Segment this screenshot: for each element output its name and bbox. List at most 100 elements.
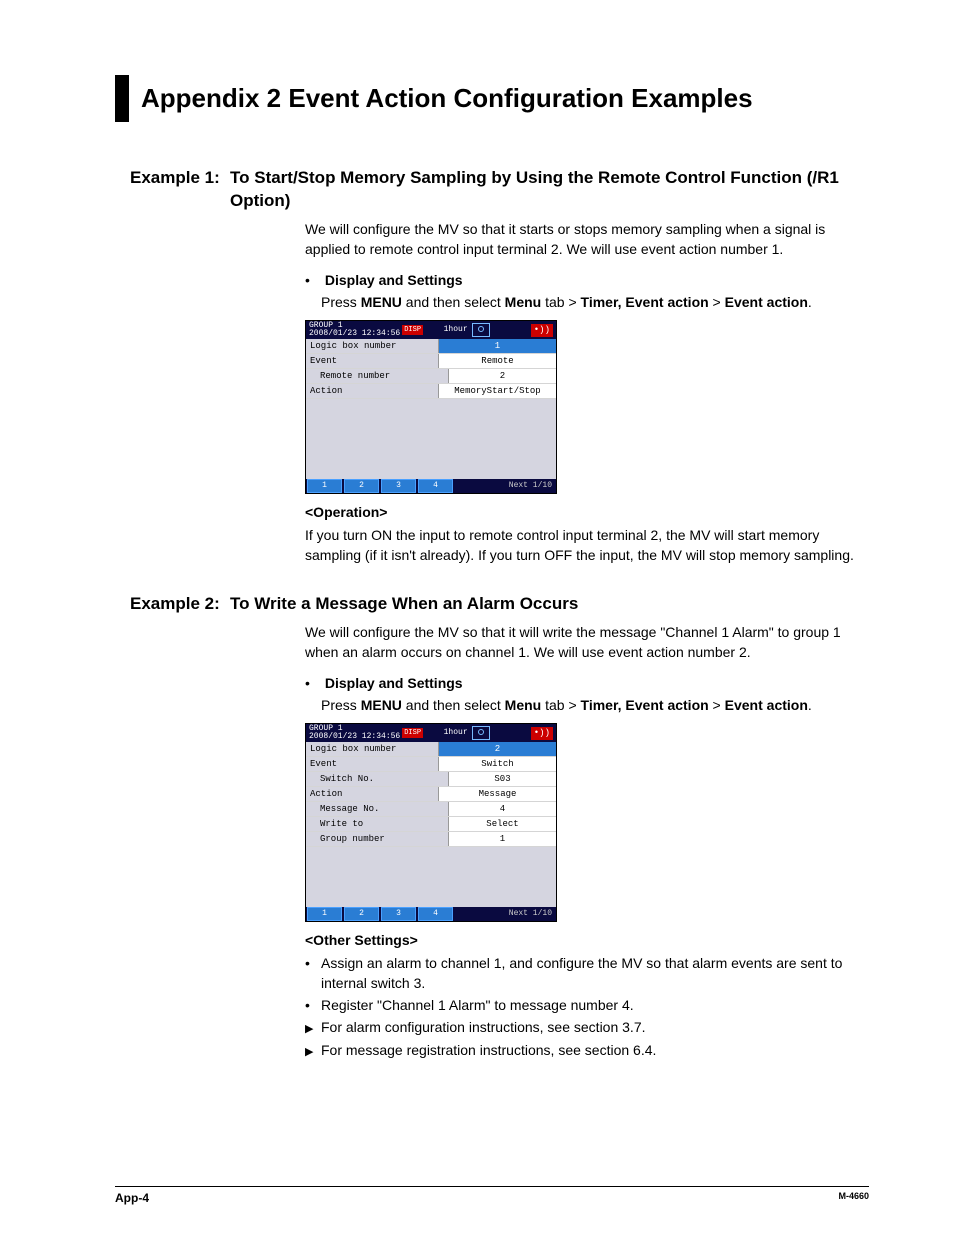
press-timer: Timer, Event action: [581, 294, 709, 310]
press-prefix: Press: [321, 294, 361, 310]
config-row: Group number1: [306, 832, 556, 847]
config-row-label: Logic box number: [306, 742, 438, 756]
example1-label: Example 1:: [130, 167, 230, 213]
footer-doc: M-4660: [838, 1191, 869, 1205]
example2-body: We will configure the MV so that it will…: [305, 622, 869, 1061]
config-row-value: Switch: [438, 757, 556, 771]
press-mid1: and then select: [402, 697, 505, 713]
config-row-value: 4: [448, 802, 556, 816]
softkey: 2: [344, 907, 379, 921]
config-row: Remote number2: [306, 369, 556, 384]
config-row: Switch No.S03: [306, 772, 556, 787]
press-timer: Timer, Event action: [581, 697, 709, 713]
press-gt: >: [709, 294, 725, 310]
camera-icon: [472, 726, 490, 740]
softkey: 1: [307, 907, 342, 921]
sound-icon: •)): [531, 727, 553, 740]
triangle-icon: [305, 1017, 321, 1038]
reference-text: For alarm configuration instructions, se…: [321, 1017, 869, 1038]
config-row-label: Group number: [306, 832, 448, 846]
triangle-icon: [305, 1040, 321, 1061]
example2-other-head: <Other Settings>: [305, 930, 869, 950]
reference-line: For message registration instructions, s…: [305, 1040, 869, 1061]
example1-op-head: <Operation>: [305, 502, 869, 522]
example1-op-text: If you turn ON the input to remote contr…: [305, 525, 869, 566]
config-row-label: Write to: [306, 817, 448, 831]
example2-screenshot: GROUP 1 2008/01/23 12:34:56 DISP 1hour •…: [305, 723, 557, 922]
config-row: Logic box number2: [306, 742, 556, 757]
config-row: ActionMemoryStart/Stop: [306, 384, 556, 399]
softkey: 3: [381, 479, 416, 493]
shot1-rows: Logic box number1EventRemoteRemote numbe…: [306, 339, 556, 399]
softkey: 2: [344, 479, 379, 493]
example1-body: We will configure the MV so that it star…: [305, 219, 869, 565]
config-row: Message No.4: [306, 802, 556, 817]
shot1-next: Next 1/10: [509, 480, 556, 492]
config-row-label: Switch No.: [306, 772, 448, 786]
example2-ds-bullet: Display and Settings: [305, 673, 869, 693]
example2-intro: We will configure the MV so that it will…: [305, 622, 869, 663]
config-row: ActionMessage: [306, 787, 556, 802]
press-tab-word: tab >: [541, 697, 580, 713]
page-title: Appendix 2 Event Action Configuration Ex…: [115, 75, 869, 122]
press-dot: .: [808, 697, 812, 713]
press-menu-tab: Menu: [505, 294, 542, 310]
shot1-softkeys: 1234 Next 1/10: [306, 479, 556, 493]
shot1-titlebar: GROUP 1 2008/01/23 12:34:56 DISP 1hour •…: [306, 321, 556, 339]
config-row-label: Message No.: [306, 802, 448, 816]
config-row-label: Event: [306, 757, 438, 771]
config-row-label: Event: [306, 354, 438, 368]
example1-press-line: Press MENU and then select Menu tab > Ti…: [321, 292, 869, 312]
example2-title: To Write a Message When an Alarm Occurs: [230, 593, 869, 616]
softkey: 4: [418, 907, 453, 921]
bullet-icon: [305, 953, 321, 994]
example2-press-line: Press MENU and then select Menu tab > Ti…: [321, 695, 869, 715]
shot2-disp-badge: DISP: [402, 728, 423, 738]
press-gt: >: [709, 697, 725, 713]
config-row-value: 2: [438, 742, 556, 756]
example1-ds-bullet: Display and Settings: [305, 270, 869, 290]
config-row-label: Action: [306, 384, 438, 398]
softkey: 4: [418, 479, 453, 493]
shot2-softkeys: 1234 Next 1/10: [306, 907, 556, 921]
press-dot: .: [808, 294, 812, 310]
reference-line: For alarm configuration instructions, se…: [305, 1017, 869, 1038]
page-footer: App-4 M-4660: [115, 1186, 869, 1205]
shot1-datetime: 2008/01/23 12:34:56: [309, 330, 400, 338]
shot1-disp-badge: DISP: [402, 325, 423, 335]
example1-title: To Start/Stop Memory Sampling by Using t…: [230, 167, 869, 213]
press-menu-tab: Menu: [505, 697, 542, 713]
bullet-icon: [305, 270, 321, 290]
example2-label: Example 2:: [130, 593, 230, 616]
press-tab-word: tab >: [541, 294, 580, 310]
footer-page: App-4: [115, 1191, 149, 1205]
press-prefix: Press: [321, 697, 361, 713]
bullet-icon: [305, 995, 321, 1015]
bullet-text: Register "Channel 1 Alarm" to message nu…: [321, 995, 869, 1015]
config-row: Write toSelect: [306, 817, 556, 832]
other-settings-bullet: Register "Channel 1 Alarm" to message nu…: [305, 995, 869, 1015]
example2-heading: Example 2: To Write a Message When an Al…: [130, 593, 869, 616]
config-row: EventSwitch: [306, 757, 556, 772]
softkey: 1: [307, 479, 342, 493]
config-row-value: Message: [438, 787, 556, 801]
config-row-label: Logic box number: [306, 339, 438, 353]
config-row-value: S03: [448, 772, 556, 786]
config-row-value: Select: [448, 817, 556, 831]
shot2-rows: Logic box number2EventSwitchSwitch No.S0…: [306, 742, 556, 847]
camera-icon: [472, 323, 490, 337]
config-row-value: Remote: [438, 354, 556, 368]
press-mid1: and then select: [402, 294, 505, 310]
shot2-next: Next 1/10: [509, 908, 556, 920]
example2-ds-label: Display and Settings: [325, 675, 463, 691]
bullet-text: Assign an alarm to channel 1, and config…: [321, 953, 869, 994]
config-row-value: 2: [448, 369, 556, 383]
shot2-filler: [306, 847, 556, 907]
example1-ds-label: Display and Settings: [325, 272, 463, 288]
other-settings-bullet: Assign an alarm to channel 1, and config…: [305, 953, 869, 994]
shot1-hour: 1hour: [444, 324, 468, 336]
shot2-datetime: 2008/01/23 12:34:56: [309, 733, 400, 741]
softkey: 3: [381, 907, 416, 921]
config-row-value: 1: [438, 339, 556, 353]
example1-screenshot: GROUP 1 2008/01/23 12:34:56 DISP 1hour •…: [305, 320, 557, 494]
